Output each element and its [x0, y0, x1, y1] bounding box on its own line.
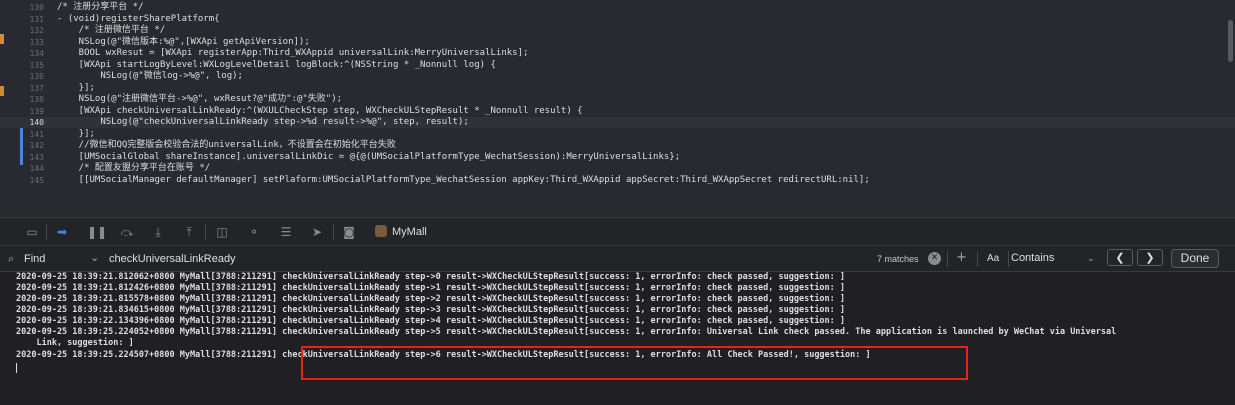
code-text: BOOL wxResut = [WXApi registerApp:Third_… [57, 48, 529, 58]
line-number: 142 [29, 141, 44, 150]
next-match-button[interactable]: ❯ [1137, 249, 1163, 266]
code-text: //微信和QQ完整版会校验合法的universalLink，不设置会在初始化平台… [57, 140, 396, 150]
code-text: }]; [57, 128, 95, 139]
console-output[interactable]: 2020-09-25 18:39:21.812062+0800 MyMall[3… [0, 272, 1235, 405]
editor-scrollbar[interactable] [1228, 20, 1233, 62]
code-text: NSLog(@"微信版本:%@",[WXApi getApiVersion]); [57, 36, 310, 47]
code-text: NSLog(@"注册微信平台->%@", wxResut?@"成功":@"失败"… [57, 94, 343, 104]
line-number: 131 [29, 14, 44, 24]
line-number: 137 [29, 83, 44, 93]
line-number: 139 [29, 106, 44, 116]
chevron-down-icon[interactable]: ⌄ [90, 250, 99, 266]
line-number: 134 [29, 49, 44, 58]
line-number: 136 [29, 72, 44, 81]
step-into-icon[interactable]: ⤓ [150, 224, 166, 240]
code-line[interactable]: 139 [WXApi checkUniversalLinkReady:^(WXU… [0, 106, 1235, 117]
code-text: /* 注册分享平台 */ [57, 2, 144, 12]
app-name[interactable]: MyMall [392, 224, 427, 240]
log-line: 2020-09-25 18:39:25.224052+0800 MyMall[3… [16, 327, 1117, 337]
code-line[interactable]: 143 [UMSocialGlobal shareInstance].unive… [0, 152, 1235, 163]
line-number: 135 [29, 60, 44, 70]
line-number: 132 [29, 26, 44, 35]
line-number: 133 [29, 37, 44, 47]
code-text: NSLog(@"checkUniversalLinkReady step->%d… [57, 117, 469, 127]
search-input[interactable] [109, 250, 869, 267]
code-text: [WXApi startLogByLevel:WXLogLevelDetail … [57, 59, 496, 70]
step-out-icon[interactable]: ⤒ [181, 224, 197, 240]
line-number: 143 [29, 152, 44, 162]
code-line[interactable]: 141 }]; [0, 129, 1235, 140]
chevron-down-icon: ⌄ [1087, 253, 1095, 263]
line-number: 144 [29, 164, 44, 173]
done-button[interactable]: Done [1171, 249, 1219, 268]
match-type-label: Contains [1011, 252, 1055, 264]
highlight-annotation [301, 346, 968, 380]
code-text: /* 注册微信平台 */ [57, 25, 166, 35]
code-text: /* 配置友盟分享平台在账号 */ [57, 163, 211, 173]
code-line[interactable]: 144 /* 配置友盟分享平台在账号 */ [0, 163, 1235, 174]
code-text: }]; [57, 82, 95, 93]
code-line[interactable]: 138 NSLog(@"注册微信平台->%@", wxResut?@"成功":@… [0, 94, 1235, 105]
line-number: 130 [29, 3, 44, 12]
log-line: 2020-09-25 18:39:21.815578+0800 MyMall[3… [16, 294, 846, 304]
code-line[interactable]: 131 - (void)registerSharePlatform{ [0, 14, 1235, 25]
text-cursor [16, 363, 17, 373]
code-line[interactable]: 142 //微信和QQ完整版会校验合法的universalLink，不设置会在初… [0, 140, 1235, 151]
match-case-button[interactable]: Aa [987, 252, 999, 266]
log-line: 2020-09-25 18:39:21.812062+0800 MyMall[3… [16, 272, 846, 282]
hide-debug-area-icon[interactable]: ▭ [24, 224, 40, 240]
log-line: 2020-09-25 18:39:21.812426+0800 MyMall[3… [16, 283, 846, 293]
line-number: 141 [29, 129, 44, 139]
code-line[interactable]: 136 NSLog(@"微信log->%@", log); [0, 71, 1235, 82]
find-bar: ⌕ Find ⌄ 7 matches ✕ + Aa Contains ⌄ ❮ ❯… [0, 246, 1235, 272]
line-number: 145 [29, 175, 44, 185]
log-line: Link, suggestion: ] [16, 338, 134, 348]
code-line[interactable]: 140 NSLog(@"checkUniversalLinkReady step… [0, 117, 1235, 128]
debug-bar: ▭ ➡ ❚❚ ⤼ ⤓ ⤒ ◫ ⚬ ☰ ➤ ◙ MyMall [0, 217, 1235, 246]
line-number: 140 [29, 118, 44, 127]
code-line[interactable]: 134 BOOL wxResut = [WXApi registerApp:Th… [0, 48, 1235, 59]
code-line[interactable]: 135 [WXApi startLogByLevel:WXLogLevelDet… [0, 60, 1235, 71]
line-number: 138 [29, 95, 44, 104]
code-text: [WXApi checkUniversalLinkReady:^(WXULChe… [57, 105, 583, 116]
view-hierarchy-icon[interactable]: ◫ [214, 224, 230, 240]
search-icon[interactable]: ⌕ [8, 251, 14, 267]
code-line[interactable]: 133 NSLog(@"微信版本:%@",[WXApi getApiVersio… [0, 37, 1235, 48]
code-text: - (void)registerSharePlatform{ [57, 13, 220, 24]
breakpoints-toggle-icon[interactable]: ➡ [54, 224, 70, 240]
app-icon [375, 225, 387, 237]
code-text: NSLog(@"微信log->%@", log); [57, 71, 243, 81]
add-pattern-icon[interactable]: + [956, 250, 967, 266]
camera-icon[interactable]: ◙ [341, 224, 357, 240]
environment-overrides-icon[interactable]: ☰ [278, 224, 294, 240]
match-type-select[interactable]: Contains ⌄ [1011, 250, 1099, 267]
step-over-icon[interactable]: ⤼ [119, 224, 135, 240]
code-line[interactable]: 137 }]; [0, 83, 1235, 94]
simulate-location-icon[interactable]: ➤ [309, 224, 325, 240]
memory-graph-icon[interactable]: ⚬ [246, 224, 262, 240]
pause-icon[interactable]: ❚❚ [87, 224, 107, 240]
find-mode-selector[interactable]: Find [24, 251, 45, 267]
code-text: [[UMSocialManager defaultManager] setPla… [57, 174, 870, 185]
previous-match-button[interactable]: ❮ [1107, 249, 1133, 266]
log-line: 2020-09-25 18:39:22.134396+0800 MyMall[3… [16, 316, 846, 326]
code-line[interactable]: 145 [[UMSocialManager defaultManager] se… [0, 175, 1235, 186]
code-text: [UMSocialGlobal shareInstance].universal… [57, 151, 681, 162]
code-editor[interactable]: 130 /* 注册分享平台 */ 131 - (void)registerShareP… [0, 0, 1235, 217]
match-count: 7 matches [877, 254, 919, 264]
code-line[interactable]: 130 /* 注册分享平台 */ [0, 2, 1235, 13]
code-line[interactable]: 132 /* 注册微信平台 */ [0, 25, 1235, 36]
log-line: 2020-09-25 18:39:21.834615+0800 MyMall[3… [16, 305, 846, 315]
clear-search-icon[interactable]: ✕ [928, 252, 941, 265]
